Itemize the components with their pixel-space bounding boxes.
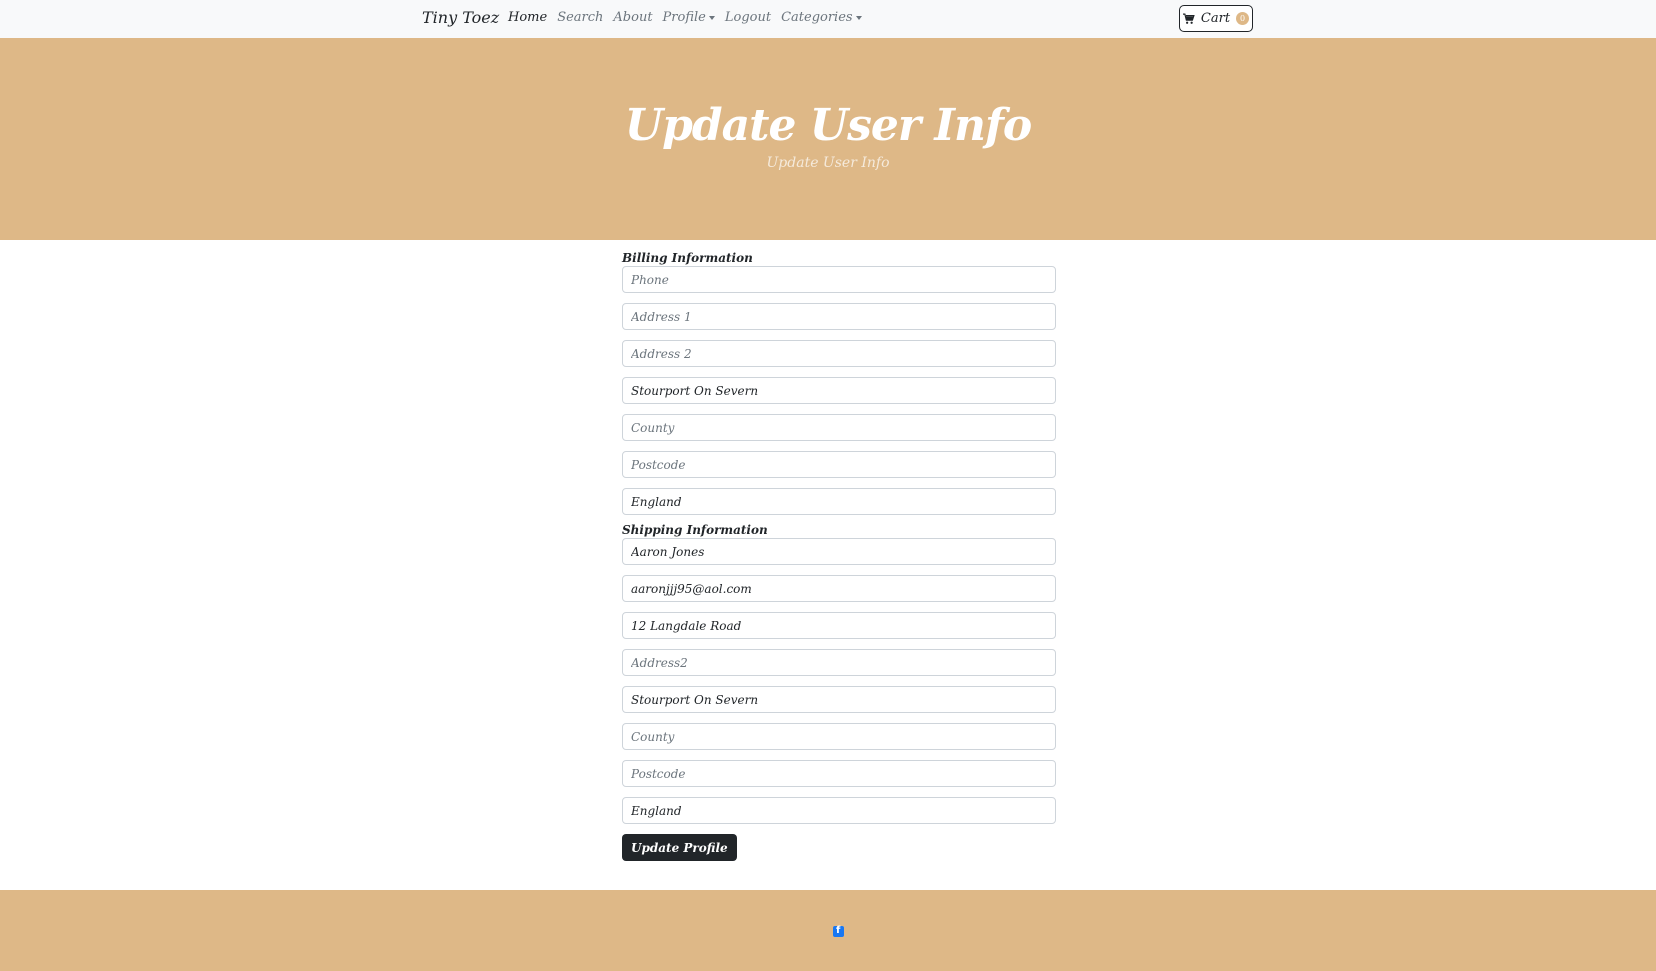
- page-header: Update User Info Update User Info: [0, 38, 1656, 240]
- cart-button[interactable]: Cart 0: [1179, 5, 1253, 32]
- shipping-fullname-input[interactable]: [622, 538, 1056, 565]
- page-title: Update User Info: [624, 100, 1033, 151]
- shipping-postcode-input[interactable]: [622, 760, 1056, 787]
- nav-link-logout[interactable]: Logout: [725, 10, 771, 25]
- billing-address2-input[interactable]: [622, 340, 1056, 367]
- shipping-address2-input[interactable]: [622, 649, 1056, 676]
- billing-county-input[interactable]: [622, 414, 1056, 441]
- facebook-icon[interactable]: f: [833, 925, 844, 937]
- billing-address1-input[interactable]: [622, 303, 1056, 330]
- nav-link-search[interactable]: Search: [557, 10, 603, 25]
- nav-dropdown-categories-label: Categories: [781, 10, 853, 25]
- billing-country-input[interactable]: [622, 488, 1056, 515]
- nav-link-home[interactable]: Home: [508, 10, 547, 25]
- cart-count-badge: 0: [1236, 12, 1250, 25]
- shipping-city-input[interactable]: [622, 686, 1056, 713]
- billing-phone-input[interactable]: [622, 266, 1056, 293]
- brand-logo[interactable]: Tiny Toez: [422, 8, 499, 27]
- billing-section: Billing Information: [622, 251, 1056, 515]
- shipping-county-input[interactable]: [622, 723, 1056, 750]
- chevron-down-icon: [708, 15, 715, 20]
- navbar: Tiny Toez Home Search About Profile Logo…: [0, 0, 1656, 38]
- nav-dropdown-categories[interactable]: Categories: [781, 10, 862, 25]
- shipping-section-label: Shipping Information: [622, 523, 768, 537]
- cart-label: Cart: [1200, 11, 1231, 26]
- nav-dropdown-profile[interactable]: Profile: [663, 10, 715, 25]
- update-profile-button[interactable]: Update Profile: [622, 834, 737, 861]
- shipping-country-input[interactable]: [622, 797, 1056, 824]
- shipping-email-input[interactable]: [622, 575, 1056, 602]
- billing-postcode-input[interactable]: [622, 451, 1056, 478]
- nav-dropdown-profile-label: Profile: [662, 10, 706, 25]
- billing-section-label: Billing Information: [622, 251, 753, 265]
- billing-city-input[interactable]: [622, 377, 1056, 404]
- nav-link-about[interactable]: About: [613, 10, 652, 25]
- update-user-form: Billing Information Shipping Information…: [622, 251, 1056, 861]
- shipping-address1-input[interactable]: [622, 612, 1056, 639]
- chevron-down-icon: [855, 15, 862, 20]
- footer: f: [0, 890, 1656, 971]
- page-subtitle: Update User Info: [766, 155, 890, 171]
- nav-links: Home Search About Profile Logout Categor…: [508, 10, 862, 25]
- cart-icon: [1182, 13, 1195, 24]
- shipping-section: Shipping Information: [622, 523, 1056, 824]
